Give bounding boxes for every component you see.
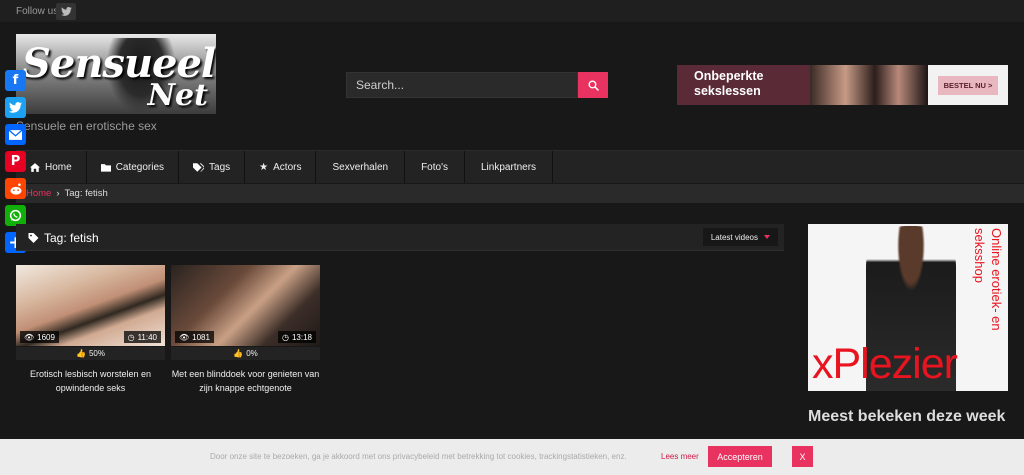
nav-item-categories[interactable]: Categories [87,151,180,183]
twitter-share-button[interactable] [5,97,26,118]
header-ad-banner[interactable]: Onbeperkte sekslessen BESTEL NU > [677,65,1008,105]
reddit-share-button[interactable] [5,178,26,199]
eye-icon: 👁 [179,332,190,342]
star-icon: ★ [259,161,269,173]
cookie-text: Door onze site te bezoeken, ga je akkoor… [210,452,627,461]
cookie-banner: Door onze site te bezoeken, ga je akkoor… [0,439,1024,475]
tag-icon [193,162,205,172]
page-title-text: Tag: fetish [44,231,99,245]
view-count-badge: 👁 1081 [175,331,214,343]
logo-text-line2: Net [147,78,208,113]
banner-image [810,65,928,105]
nav-label: Actors [273,161,302,173]
rating-bar: 👍 0% [171,347,320,360]
nav-label: Foto's [421,161,448,173]
cookie-accept-button[interactable]: Accepteren [708,446,772,467]
duration-badge: ◷ 11:40 [123,331,161,343]
eye-icon: 👁 [24,332,35,342]
banner-text: Onbeperkte sekslessen [694,69,764,98]
video-title[interactable]: Met een blinddoek voor genieten van zijn… [171,367,320,395]
video-title[interactable]: Erotisch lesbisch worstelen en opwindend… [16,367,165,395]
email-icon [9,129,22,140]
facebook-icon: f [12,73,19,88]
nav-label: Home [45,161,72,173]
tag-icon [28,233,39,243]
ad-brand-logo: xPlezier [812,340,958,388]
chevron-down-icon [764,235,770,239]
sort-label: Latest videos [710,232,758,242]
cookie-read-more-link[interactable]: Lees meer [661,452,699,461]
duration: 11:40 [137,332,157,342]
twitter-follow-button[interactable] [56,3,76,20]
search-input[interactable] [346,72,578,98]
email-share-button[interactable] [5,124,26,145]
search-button[interactable] [578,72,608,98]
view-count: 1081 [192,332,210,342]
reddit-icon [9,182,22,195]
sidebar-ad[interactable]: Online erotiek- en seksshop xPlezier [808,224,1008,391]
pinterest-icon: P [10,154,21,169]
nav-item-sexverhalen[interactable]: Sexverhalen [316,151,406,183]
clock-icon: ◷ [127,332,135,342]
duration-badge: ◷ 13:18 [277,331,316,343]
video-thumbnail[interactable]: 👁 1081 ◷ 13:18 [171,265,320,346]
thumbs-up-icon: 👍 [76,349,86,358]
twitter-icon [9,102,22,113]
rating-value: 0% [246,349,258,358]
view-count-badge: 👁 1609 [20,331,59,343]
folder-icon [100,163,111,172]
twitter-icon [60,7,72,16]
nav-item-tags[interactable]: Tags [179,151,246,183]
thumbs-up-icon: 👍 [233,349,244,358]
nav-label: Sexverhalen [332,161,389,173]
rating-bar: 👍 50% [16,347,165,360]
search-form [346,72,608,98]
view-count: 1609 [37,332,55,342]
tag-title-bar: Tag: fetish Latest videos [16,224,784,251]
sort-dropdown[interactable]: Latest videos [702,228,778,246]
breadcrumb-current: Tag: fetish [64,188,108,199]
whatsapp-share-button[interactable] [5,205,26,226]
nav-label: Categories [115,161,165,173]
nav-item-fotos[interactable]: Foto's [405,151,465,183]
video-card[interactable]: 👁 1081 ◷ 13:18 👍 0% Met een blinddoek vo… [171,265,320,395]
nav-item-home[interactable]: Home [16,151,87,183]
pinterest-share-button[interactable]: P [5,151,26,172]
video-card[interactable]: 👁 1609 ◷ 11:40 👍 50% Erotisch lesbisch w… [16,265,165,395]
facebook-share-button[interactable]: f [5,70,26,91]
video-thumbnail[interactable]: 👁 1609 ◷ 11:40 [16,265,165,346]
breadcrumb-separator: › [56,188,60,199]
top-bar: Follow us: [0,0,1024,22]
search-icon [587,79,599,91]
nav-item-linkpartners[interactable]: Linkpartners [465,151,554,183]
clock-icon: ◷ [281,332,289,342]
site-logo[interactable]: Sensueel Net [16,34,216,114]
banner-order-button[interactable]: BESTEL NU > [928,65,1008,105]
sidebar-heading: Meest bekeken deze week [808,408,1006,425]
site-header: Sensueel Net Sensuele en erotische sex O… [0,22,1024,150]
breadcrumb-home-link[interactable]: Home [26,188,51,199]
banner-order-label: BESTEL NU > [937,75,999,95]
nav-label: Linkpartners [481,161,537,173]
main-nav: Home Categories Tags ★ Actors Sexverhale… [16,150,1024,183]
breadcrumb: Home › Tag: fetish [16,184,1024,203]
cookie-close-button[interactable]: X [792,446,813,467]
whatsapp-icon [9,209,22,222]
home-icon [30,162,40,172]
follow-label: Follow us: [16,6,62,17]
ad-vertical-text: Online erotiek- en seksshop [972,228,1004,331]
rating-value: 50% [88,349,105,358]
site-tagline: Sensuele en erotische sex [16,119,157,133]
duration: 13:18 [291,332,312,342]
nav-label: Tags [209,161,231,173]
page-title: Tag: fetish [28,231,99,245]
nav-item-actors[interactable]: ★ Actors [245,151,317,183]
